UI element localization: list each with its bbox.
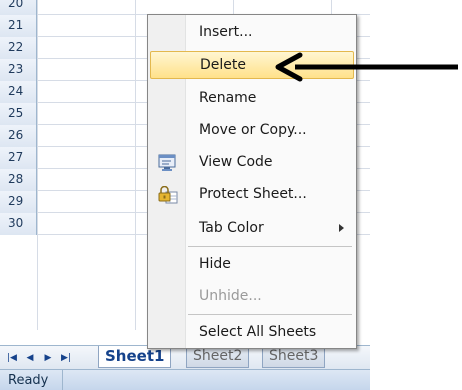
menu-item-label: Select All Sheets: [199, 324, 317, 340]
menu-item-label: Insert...: [199, 24, 253, 40]
last-sheet-button[interactable]: ▶|: [58, 350, 74, 366]
menu-item-rename[interactable]: Rename: [150, 85, 354, 113]
menu-item-hide[interactable]: Hide: [150, 251, 354, 279]
sheet-tab-sheet2[interactable]: Sheet2: [186, 346, 250, 368]
sheet-tab-sheet1[interactable]: Sheet1: [98, 346, 172, 368]
status-bar: Ready: [0, 369, 370, 390]
row-header[interactable]: 23: [0, 59, 37, 81]
previous-sheet-button[interactable]: ◀: [22, 350, 38, 366]
row-header[interactable]: 28: [0, 169, 37, 191]
row-header[interactable]: 30: [0, 213, 37, 235]
menu-item-protect-sheet[interactable]: Protect Sheet...: [150, 181, 354, 209]
menu-item-label: Hide: [199, 256, 231, 272]
menu-item-insert[interactable]: Insert...: [150, 19, 354, 47]
row-header[interactable]: 21: [0, 15, 37, 37]
row-header[interactable]: 27: [0, 147, 37, 169]
submenu-arrow-icon: [339, 224, 344, 232]
sheet-tab-sheet3[interactable]: Sheet3: [262, 346, 326, 368]
view-code-icon: [158, 154, 178, 172]
row-header[interactable]: 20: [0, 0, 37, 15]
menu-item-label: View Code: [199, 154, 273, 170]
menu-item-tab-color[interactable]: Tab Color: [150, 215, 354, 243]
excel-window: 20 21 22 23 24 25 26 27 28 29 30 |◀ ◀ ▶ …: [0, 0, 462, 390]
menu-item-view-code[interactable]: View Code: [150, 149, 354, 177]
menu-item-label: Rename: [199, 90, 257, 106]
row-header[interactable]: 22: [0, 37, 37, 59]
sheet-tab-context-menu: Insert... Delete Rename Move or Copy...: [147, 14, 357, 349]
row-header[interactable]: 26: [0, 125, 37, 147]
menu-item-unhide: Unhide...: [150, 283, 354, 311]
grid-row[interactable]: 20: [0, 0, 370, 15]
menu-item-label: Protect Sheet...: [199, 186, 307, 202]
row-header[interactable]: 29: [0, 191, 37, 213]
row-header[interactable]: 25: [0, 103, 37, 125]
menu-item-move-or-copy[interactable]: Move or Copy...: [150, 117, 354, 145]
menu-item-label: Delete: [200, 57, 246, 73]
protect-sheet-icon: [158, 185, 178, 204]
row-header[interactable]: 24: [0, 81, 37, 103]
menu-item-delete[interactable]: Delete: [150, 51, 354, 79]
next-sheet-button[interactable]: ▶: [40, 350, 56, 366]
menu-item-label: Tab Color: [199, 220, 264, 236]
menu-item-select-all-sheets[interactable]: Select All Sheets: [150, 319, 354, 347]
status-text: Ready: [8, 373, 49, 388]
first-sheet-button[interactable]: |◀: [4, 350, 20, 366]
menu-separator: [188, 314, 352, 315]
menu-separator: [188, 246, 352, 247]
menu-item-label: Move or Copy...: [199, 122, 307, 138]
menu-item-label: Unhide...: [199, 288, 262, 304]
status-separator: [62, 370, 63, 390]
